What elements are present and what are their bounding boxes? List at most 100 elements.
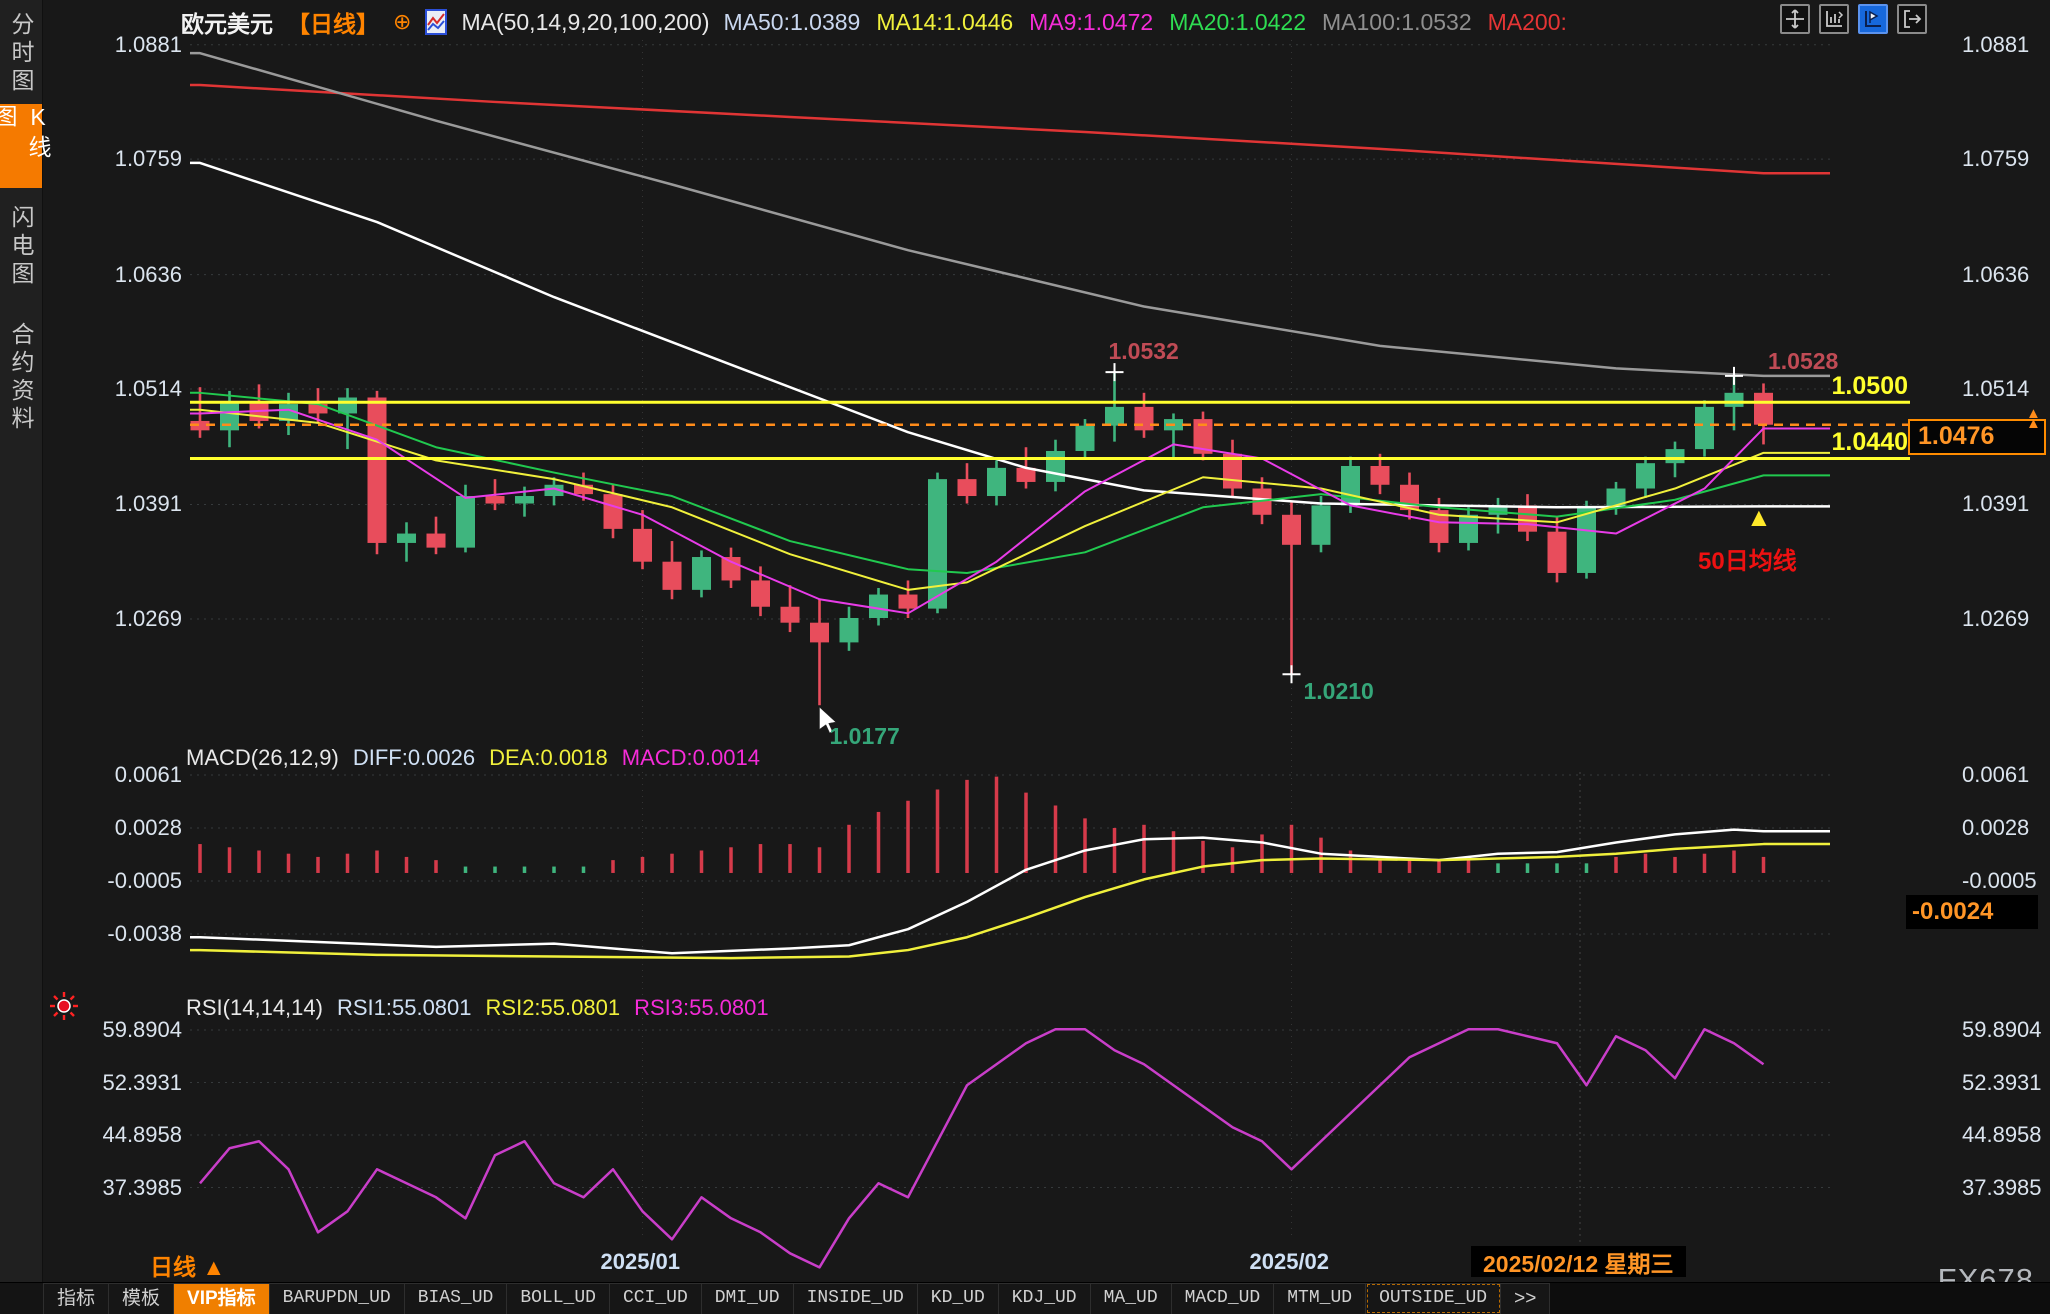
candle-body[interactable]	[899, 595, 918, 609]
candle-body[interactable]	[1518, 505, 1537, 531]
price-annotation: 1.0177	[830, 723, 900, 750]
candle-body[interactable]	[958, 479, 977, 496]
candle-body[interactable]	[1135, 407, 1154, 430]
candle-body[interactable]	[692, 557, 711, 590]
period-tag[interactable]: 【日线】	[287, 5, 379, 39]
candle-body[interactable]	[338, 398, 357, 414]
y-axis-label-left: -0.0038	[88, 921, 182, 947]
candle-body[interactable]	[368, 398, 387, 543]
exit-panel-icon[interactable]	[1897, 4, 1927, 34]
candle-body[interactable]	[869, 595, 888, 618]
ma-value-label: MA14:1.0446	[876, 9, 1013, 36]
y-axis-label-left: 1.0269	[88, 606, 182, 632]
price-annotation: 1.0528	[1768, 348, 1838, 375]
candle-body[interactable]	[1666, 449, 1685, 463]
candle-body[interactable]	[633, 529, 652, 562]
candle-body[interactable]	[840, 618, 859, 642]
y-axis-label-left: 37.3985	[88, 1175, 182, 1201]
y-axis-label-right: 52.3931	[1962, 1070, 2050, 1096]
sidebar-item-contract-info[interactable]: 合约资料	[0, 308, 42, 448]
candle-body[interactable]	[397, 534, 416, 543]
indicator-tab-[interactable]: 模板	[109, 1283, 174, 1314]
indicator-tab-boll_ud[interactable]: BOLL_UD	[507, 1283, 610, 1314]
y-axis-label-right: 1.0269	[1962, 606, 2050, 632]
price-annotation: 1.0210	[1304, 678, 1374, 705]
candle-body[interactable]	[751, 580, 770, 606]
macd-diff-value: DIFF:0.0026	[353, 745, 475, 771]
sidebar-item-kline-chart[interactable]: K线图	[0, 104, 42, 188]
candle-body[interactable]	[1341, 466, 1360, 505]
y-axis-label-right: -0.0005	[1962, 868, 2050, 894]
indicator-tab-cci_ud[interactable]: CCI_UD	[610, 1283, 702, 1314]
cross-marker	[1283, 665, 1301, 683]
selected-date-box: 2025/02/12 星期三	[1471, 1246, 1686, 1277]
rsi-header: RSI(14,14,14) RSI1:55.0801 RSI2:55.0801 …	[186, 995, 769, 1021]
indicator-tab-[interactable]: >>	[1501, 1283, 1550, 1314]
ma-value-label: MA9:1.0472	[1029, 9, 1153, 36]
candle-body[interactable]	[928, 479, 947, 608]
chart-flag-icon[interactable]	[1858, 4, 1888, 34]
period-label[interactable]: 日线 ▲	[150, 1248, 225, 1282]
alarm-icon[interactable]	[48, 990, 80, 1027]
candle-body[interactable]	[220, 402, 239, 430]
candle-body[interactable]	[604, 494, 623, 529]
indicator-tab-mtm_ud[interactable]: MTM_UD	[1274, 1283, 1366, 1314]
candle-body[interactable]	[456, 496, 475, 548]
candle-body[interactable]	[1548, 532, 1567, 573]
y-axis-label-left: 52.3931	[88, 1070, 182, 1096]
candle-body[interactable]	[987, 468, 1006, 496]
move-crosshair-icon[interactable]	[1780, 4, 1810, 34]
indicator-tab-macd_ud[interactable]: MACD_UD	[1172, 1283, 1275, 1314]
candle-body[interactable]	[1459, 515, 1478, 543]
indicator-tab-ma_ud[interactable]: MA_UD	[1091, 1283, 1172, 1314]
rsi-title: RSI(14,14,14)	[186, 995, 323, 1021]
candle-body[interactable]	[1636, 463, 1655, 488]
y-axis-label-right: 1.0391	[1962, 491, 2050, 517]
y-axis-label-left: 59.8904	[88, 1017, 182, 1043]
candle-body[interactable]	[810, 623, 829, 643]
indicator-tab-[interactable]: 指标	[44, 1283, 109, 1314]
sidebar-item-lightning-chart[interactable]: 闪电图	[0, 192, 42, 302]
ma-value-label: MA100:1.0532	[1322, 9, 1472, 36]
candle-body[interactable]	[1371, 466, 1390, 485]
candle-body[interactable]	[1046, 451, 1065, 482]
indicator-tab-kdj_ud[interactable]: KDJ_UD	[999, 1283, 1091, 1314]
candle-body[interactable]	[1695, 407, 1714, 449]
candle-body[interactable]	[486, 496, 505, 504]
candle-body[interactable]	[1076, 426, 1095, 451]
mini-chart-icon[interactable]	[425, 9, 447, 35]
y-axis-label-left: -0.0005	[88, 868, 182, 894]
ma-settings-label: MA(50,14,9,20,100,200)	[461, 9, 709, 36]
price-level-label: 1.0440	[1740, 428, 1908, 457]
candle-body[interactable]	[1105, 407, 1124, 426]
indicator-tab-bias_ud[interactable]: BIAS_UD	[405, 1283, 508, 1314]
chart-scale-icon[interactable]	[1819, 4, 1849, 34]
tabbar-spacer	[0, 1283, 44, 1314]
candle-body[interactable]	[722, 557, 741, 580]
price-level-label: 1.0500	[1740, 372, 1908, 401]
chart-canvas[interactable]	[0, 0, 2050, 1314]
y-axis-label-left: 1.0881	[88, 32, 182, 58]
candle-body[interactable]	[515, 496, 534, 504]
rsi3-value: RSI3:55.0801	[634, 995, 769, 1021]
y-axis-label-left: 1.0759	[88, 146, 182, 172]
candle-body[interactable]	[781, 607, 800, 623]
y-axis-label-right: 0.0028	[1962, 815, 2050, 841]
candle-body[interactable]	[1577, 507, 1596, 573]
indicator-tab-vip[interactable]: VIP指标	[174, 1283, 270, 1314]
indicator-tab-dmi_ud[interactable]: DMI_UD	[702, 1283, 794, 1314]
candle-body[interactable]	[1282, 515, 1301, 545]
candle-body[interactable]	[1312, 505, 1331, 544]
circle-plus-icon[interactable]: ⊕	[393, 9, 411, 35]
indicator-tab-barupdn_ud[interactable]: BARUPDN_UD	[270, 1283, 405, 1314]
rsi1-value: RSI1:55.0801	[337, 995, 472, 1021]
candle-body[interactable]	[663, 562, 682, 590]
macd-title: MACD(26,12,9)	[186, 745, 339, 771]
candle-body[interactable]	[427, 534, 446, 548]
y-axis-label-right: 44.8958	[1962, 1122, 2050, 1148]
sidebar-item-time-chart[interactable]: 分时图	[0, 6, 42, 102]
indicator-tab-kd_ud[interactable]: KD_UD	[918, 1283, 999, 1314]
indicator-tab-outside_ud[interactable]: OUTSIDE_UD	[1366, 1283, 1501, 1314]
indicator-tab-inside_ud[interactable]: INSIDE_UD	[794, 1283, 918, 1314]
y-axis-label-right: 1.0636	[1962, 262, 2050, 288]
